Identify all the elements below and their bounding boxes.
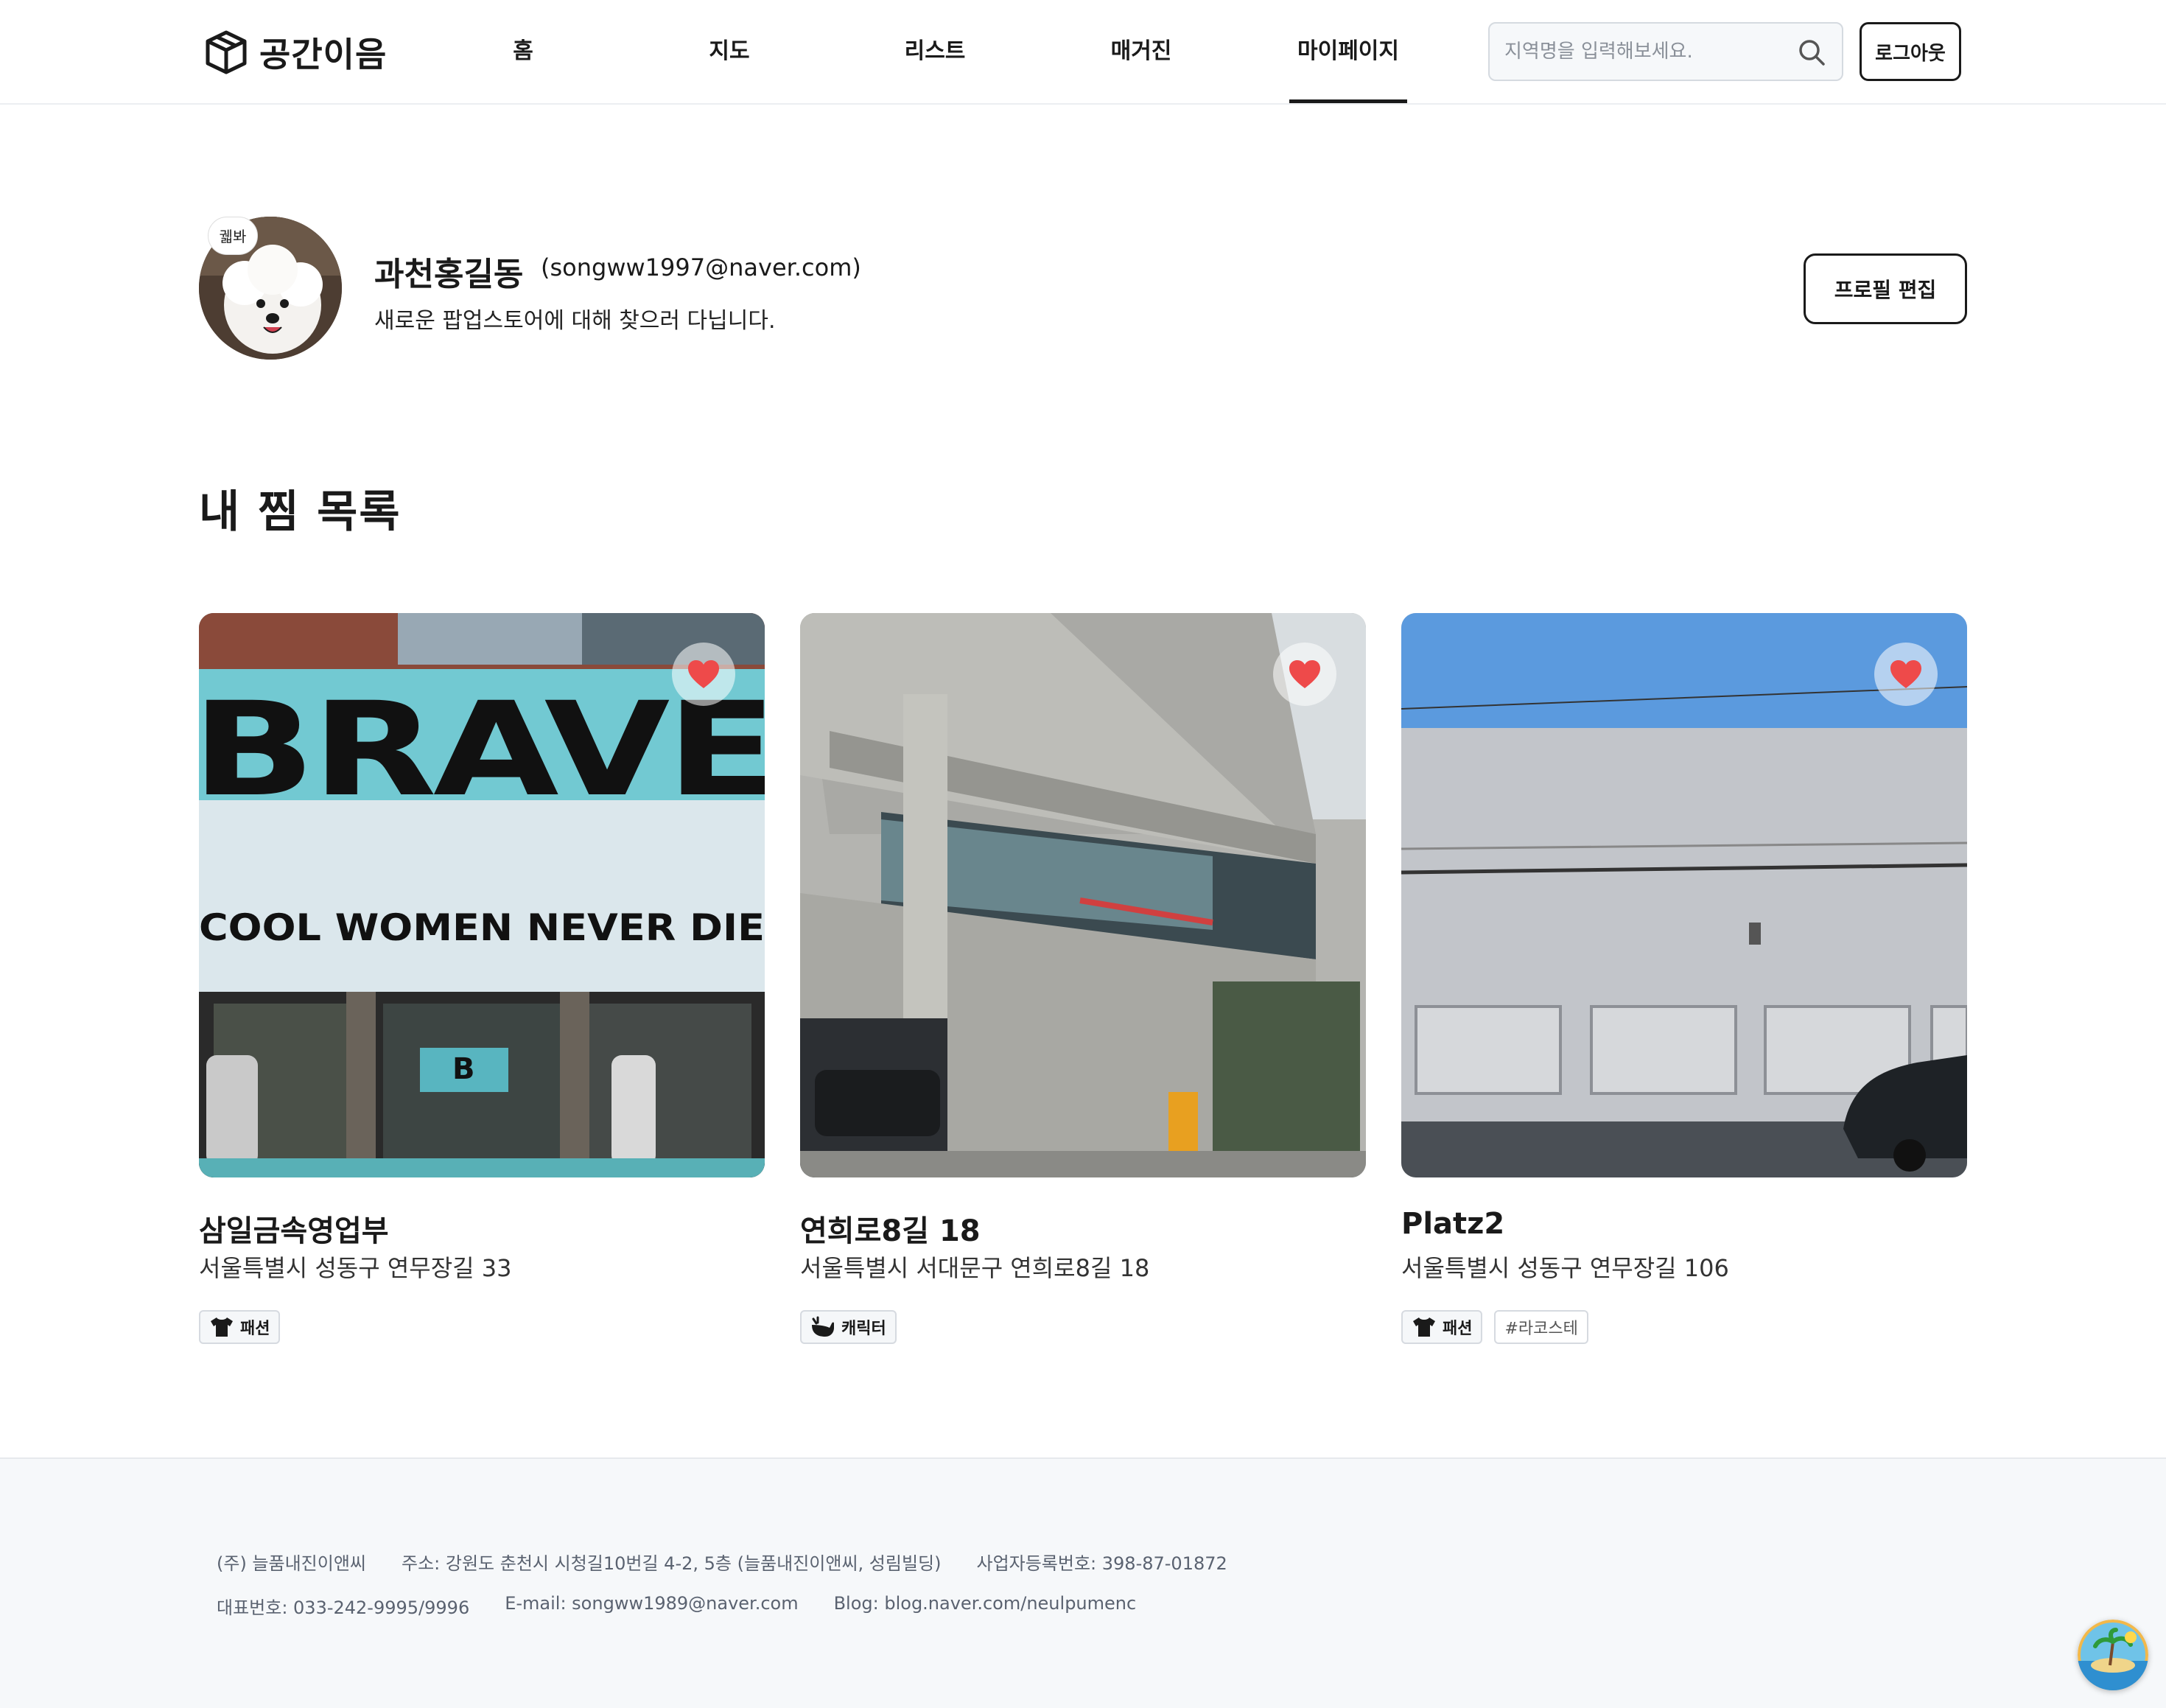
tag-character[interactable]: 캐릭터 <box>800 1310 897 1344</box>
tag-label: 패션 <box>240 1320 270 1338</box>
card-title[interactable]: 연희로8길 18 <box>800 1207 981 1250</box>
brave-line-text: COOL WOMEN NEVER DIE <box>199 906 765 949</box>
edit-profile-button[interactable]: 프로필 편집 <box>1804 253 1967 324</box>
profile-bio: 새로운 팝업스토어에 대해 찾으러 다닙니다. <box>374 308 776 334</box>
footer-email[interactable]: E-mail: songww1989@naver.com <box>505 1593 798 1619</box>
building-photo-gray-wall <box>1401 613 1967 1177</box>
tag-label: 패션 <box>1443 1320 1473 1338</box>
like-button[interactable] <box>1273 643 1336 706</box>
card-image[interactable] <box>800 613 1366 1177</box>
tag-fashion[interactable]: 패션 <box>199 1310 281 1344</box>
card-address: 서울특별시 성동구 연무장길 106 <box>1401 1254 1729 1282</box>
footer: (주) 늘품내진이앤씨 주소: 강원도 춘천시 시청길10번길 4-2, 5층 … <box>0 1457 2166 1708</box>
nav-home[interactable]: 홈 <box>501 0 545 103</box>
profile-email: (songww1997@naver.com) <box>541 253 861 281</box>
logo-text: 공간이음 <box>259 35 388 74</box>
heart-icon <box>1890 660 1921 688</box>
search-input[interactable] <box>1504 24 1799 80</box>
card-title[interactable]: 삼일금속영업부 <box>199 1207 389 1250</box>
tag-list: 패션 <box>199 1310 281 1344</box>
footer-address: 주소: 강원도 춘천시 시청길10번길 4-2, 5층 (늘품내진이앤씨, 성림… <box>402 1553 942 1574</box>
tshirt-icon <box>211 1317 233 1337</box>
wishlist-card[interactable]: Platz2 서울특별시 성동구 연무장길 106 패션 #라코스테 <box>1401 613 1967 1344</box>
store-photo-brave: BRAVE COOL WOMEN NEVER DIE B <box>199 613 765 1177</box>
card-image[interactable]: BRAVE COOL WOMEN NEVER DIE B <box>199 613 765 1177</box>
tag-label: 캐릭터 <box>841 1320 886 1338</box>
wishlist-card[interactable]: 연희로8길 18 서울특별시 서대문구 연희로8길 18 캐릭터 <box>800 613 1366 1344</box>
heart-icon <box>1289 660 1320 688</box>
tag-list: 패션 #라코스테 <box>1401 1310 1588 1344</box>
tag-lacoste[interactable]: #라코스테 <box>1494 1310 1588 1344</box>
card-title[interactable]: Platz2 <box>1401 1207 1504 1241</box>
footer-row-contact: 대표번호: 033-242-9995/9996 E-mail: songww19… <box>217 1593 1136 1619</box>
heart-icon <box>688 660 719 688</box>
footer-row-company: (주) 늘품내진이앤씨 주소: 강원도 춘천시 시청길10번길 4-2, 5층 … <box>217 1549 1227 1575</box>
logo[interactable]: 공간이음 <box>202 28 387 77</box>
top-header: 공간이음 홈 지도 리스트 매거진 마이페이지 로그아웃 <box>0 0 2166 105</box>
profile-name: 과천홍길동 <box>374 256 524 293</box>
whale-icon <box>812 1316 834 1337</box>
footer-phone: 대표번호: 033-242-9995/9996 <box>217 1597 470 1618</box>
wishlist-card[interactable]: BRAVE COOL WOMEN NEVER DIE B 삼일금속영업부 서울특… <box>199 613 765 1344</box>
footer-business-no: 사업자등록번호: 398-87-01872 <box>976 1553 1227 1574</box>
tag-list: 캐릭터 <box>800 1310 897 1344</box>
cube-logo-icon <box>206 30 247 74</box>
search-box <box>1488 22 1843 81</box>
brave-letter: B <box>452 1052 475 1086</box>
footer-company: (주) 늘품내진이앤씨 <box>217 1553 366 1574</box>
like-button[interactable] <box>672 643 735 706</box>
logout-button[interactable]: 로그아웃 <box>1860 22 1961 81</box>
footer-blog[interactable]: Blog: blog.naver.com/neulpumenc <box>834 1593 1137 1619</box>
nav-magazine[interactable]: 매거진 <box>1101 0 1182 103</box>
search-icon[interactable] <box>1798 38 1826 66</box>
island-icon <box>2078 1620 2148 1690</box>
card-address: 서울특별시 성동구 연무장길 33 <box>199 1254 512 1282</box>
tag-fashion[interactable]: 패션 <box>1401 1310 1483 1344</box>
nav-mypage[interactable]: 마이페이지 <box>1289 0 1407 103</box>
avatar-badge: 궯봐 <box>208 217 258 255</box>
wishlist-title: 내 찜 목록 <box>199 486 402 538</box>
floating-chat-button[interactable] <box>2078 1620 2148 1690</box>
card-address: 서울특별시 서대문구 연희로8길 18 <box>800 1254 1150 1282</box>
tshirt-icon <box>1413 1317 1435 1337</box>
card-image[interactable] <box>1401 613 1967 1177</box>
like-button[interactable] <box>1874 643 1938 706</box>
building-photo-concrete <box>800 613 1366 1177</box>
nav-map[interactable]: 지도 <box>700 0 759 103</box>
nav-list[interactable]: 리스트 <box>894 0 975 103</box>
